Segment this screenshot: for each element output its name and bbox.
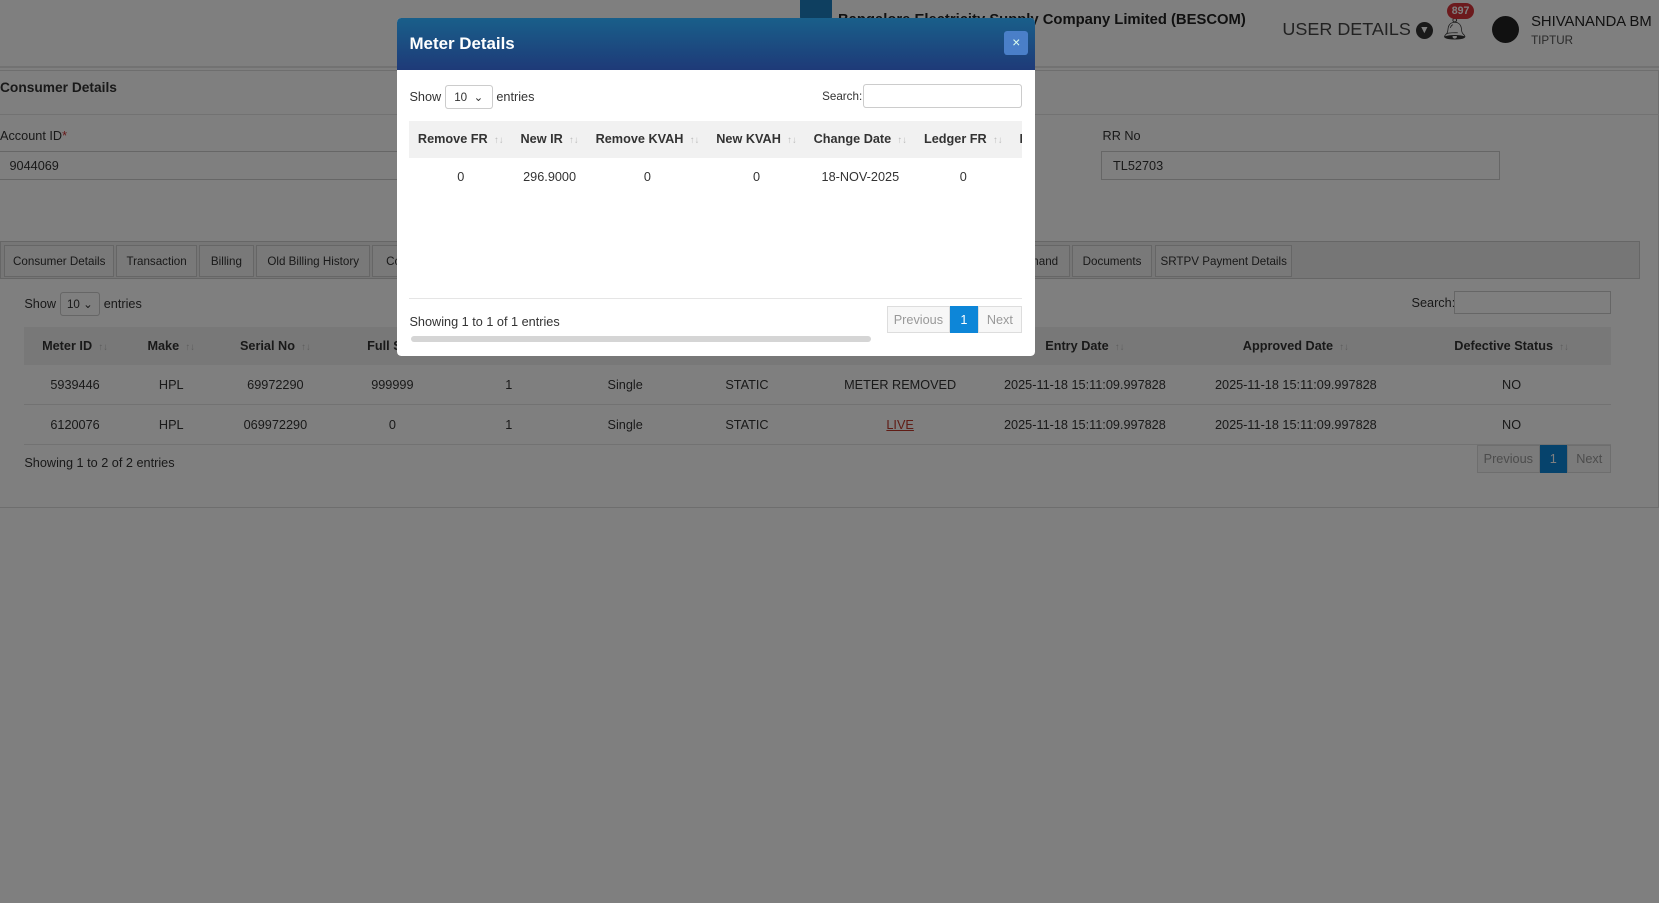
close-button[interactable]: ×	[1004, 30, 1029, 55]
column-label: Change Date	[813, 132, 892, 147]
column-header[interactable]: New IR ↑↓	[512, 120, 588, 158]
length-value: 10	[454, 90, 468, 104]
sort-icon: ↑↓	[689, 135, 700, 147]
column-label: New IR	[520, 132, 563, 147]
modal-search-label: Search:	[822, 89, 863, 103]
modal-length-control: Show 10 ⌄ entries	[409, 84, 535, 110]
meter-details-table: Remove FR ↑↓ New IR ↑↓ Remove KVAH ↑↓ New KVAH…	[409, 120, 1023, 196]
table-cell: 18-NOV-2025	[821, 169, 900, 184]
show-label: Show	[409, 89, 442, 104]
column-label: New KVAH	[716, 132, 781, 147]
table-row: 0 296.9000 0 0 18-NOV-2025 0 0	[409, 158, 1022, 196]
table-cell: 0	[752, 169, 761, 184]
column-header[interactable]: Remove KVAH ↑↓	[587, 120, 708, 158]
divider	[409, 298, 1023, 300]
table-cell: 296.9000	[523, 169, 577, 184]
column-header[interactable]: Change Date ↑↓	[805, 120, 916, 158]
modal-table-info: Showing 1 to 1 of 1 entries	[409, 315, 560, 330]
table-cell: 0	[1011, 158, 1022, 196]
sort-icon: ↑↓	[897, 135, 908, 147]
sort-icon: ↑↓	[787, 135, 797, 147]
modal-title: Meter Details	[409, 33, 515, 53]
modal-search-input[interactable]	[863, 83, 1023, 108]
table-cell: 0	[457, 169, 465, 184]
horizontal-scrollbar[interactable]	[410, 336, 871, 342]
modal-length-select[interactable]: 10 ⌄	[444, 84, 493, 110]
sort-icon: ↑↓	[569, 135, 579, 147]
table-cell: 0	[959, 169, 967, 184]
column-header[interactable]: Ledger KV↑↓	[1011, 120, 1023, 158]
column-label: Ledger KV	[1019, 132, 1022, 146]
sort-icon: ↑↓	[993, 135, 1003, 147]
column-header[interactable]: Ledger FR ↑↓	[915, 120, 1012, 158]
sort-icon: ↑↓	[494, 135, 504, 147]
modal-previous-button[interactable]: Previous	[886, 305, 951, 334]
column-header[interactable]: New KVAH ↑↓	[707, 120, 806, 158]
column-label: Remove KVAH	[595, 132, 684, 147]
modal-page-1-button[interactable]: 1	[950, 305, 978, 334]
column-label: Remove FR	[417, 132, 488, 147]
column-label: Ledger FR	[923, 132, 987, 147]
table-cell: 0	[643, 169, 651, 184]
entries-label: entries	[496, 89, 535, 104]
modal-next-button[interactable]: Next	[977, 305, 1023, 334]
column-header[interactable]: Remove FR ↑↓	[409, 120, 513, 158]
meter-details-modal: Meter Details × Show 10 ⌄ entries Search…	[396, 17, 1035, 356]
